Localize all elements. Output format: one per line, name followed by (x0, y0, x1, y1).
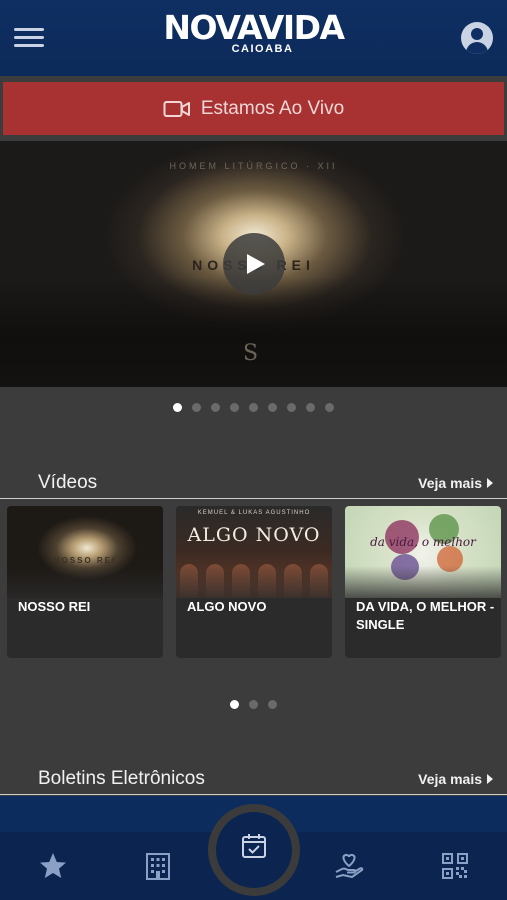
video-card-title: ALGO NOVO (187, 599, 267, 614)
pagination-dot[interactable] (249, 700, 258, 709)
bulletins-see-more-link[interactable]: Veja mais (418, 771, 493, 787)
video-card-title: DA VIDA, O MELHOR - SINGLE (356, 599, 495, 632)
videos-list: NOSSO REI NOSSO REI KEMUEL & LUKAS AGUST… (7, 506, 501, 658)
pagination-dot[interactable] (287, 403, 296, 412)
live-banner-label: Estamos Ao Vivo (200, 97, 345, 119)
pagination-dot[interactable] (230, 403, 239, 412)
video-card-title: NOSSO REI (18, 599, 91, 614)
star-icon (40, 853, 66, 878)
see-more-label: Veja mais (418, 771, 482, 787)
bulletins-section-title: Boletins Eletrônicos (38, 768, 205, 789)
play-icon (247, 254, 265, 274)
nav-church[interactable] (142, 850, 174, 882)
video-card[interactable]: NOSSO REI NOSSO REI (7, 506, 163, 658)
see-more-label: Veja mais (418, 475, 482, 491)
hero-pagination-dots (0, 403, 507, 412)
play-button[interactable] (223, 233, 285, 295)
logo-sub-text: CAIOABA (231, 43, 294, 55)
videos-see-more-link[interactable]: Veja mais (418, 475, 493, 491)
video-card[interactable]: da vida, o melhor DA VIDA, O MELHOR - SI… (345, 506, 501, 658)
thumbnail-text: NOSSO REI (53, 556, 117, 565)
hero-logo-mark: S (243, 341, 259, 366)
calendar-check-icon (242, 834, 266, 858)
caret-right-icon (487, 478, 493, 488)
app-logo: NOVAVIDA CAIOABA (0, 8, 507, 56)
caret-right-icon (487, 774, 493, 784)
thumbnail-subtext: KEMUEL & LUKAS AGUSTINHO (197, 510, 311, 516)
videos-section-title: Vídeos (38, 472, 98, 493)
videos-section-header: Vídeos Veja mais (0, 467, 507, 499)
nav-donate[interactable] (333, 850, 365, 882)
pagination-dot[interactable] (268, 700, 277, 709)
thumbnail-text: da vida, o melhor (370, 535, 476, 549)
pagination-dot[interactable] (325, 403, 334, 412)
pagination-dot[interactable] (230, 700, 239, 709)
qr-code-icon (442, 853, 468, 879)
app-screen: NOVAVIDA CAIOABA Estamos Ao Vivo HOMEM L… (0, 0, 507, 900)
pagination-dot[interactable] (211, 403, 220, 412)
user-avatar-icon[interactable] (461, 22, 493, 54)
thumbnail-text: ALGO NOVO (187, 524, 321, 546)
bulletins-section-header: Boletins Eletrônicos Veja mais (0, 763, 507, 795)
pagination-dot[interactable] (249, 403, 258, 412)
nav-qr-code[interactable] (439, 850, 471, 882)
app-header: NOVAVIDA CAIOABA (0, 0, 507, 76)
nav-events-container (208, 804, 300, 900)
hand-heart-icon (335, 853, 364, 879)
nav-favorites[interactable] (37, 850, 69, 882)
hero-top-text: HOMEM LITÚRGICO · XII (169, 161, 338, 171)
hero-carousel-slide[interactable]: HOMEM LITÚRGICO · XII NOSSO REI S (0, 141, 507, 387)
pagination-dot[interactable] (306, 403, 315, 412)
pagination-dot[interactable] (192, 403, 201, 412)
live-stream-button[interactable]: Estamos Ao Vivo (3, 82, 504, 135)
pagination-dot[interactable] (173, 403, 182, 412)
video-camera-icon (163, 100, 190, 117)
pagination-dot[interactable] (268, 403, 277, 412)
video-card[interactable]: KEMUEL & LUKAS AGUSTINHO ALGO NOVO ALGO … (176, 506, 332, 658)
logo-main-text: NOVAVIDA (163, 8, 345, 47)
building-icon (146, 853, 170, 880)
videos-pagination-dots (0, 700, 507, 709)
nav-events[interactable] (216, 812, 292, 888)
